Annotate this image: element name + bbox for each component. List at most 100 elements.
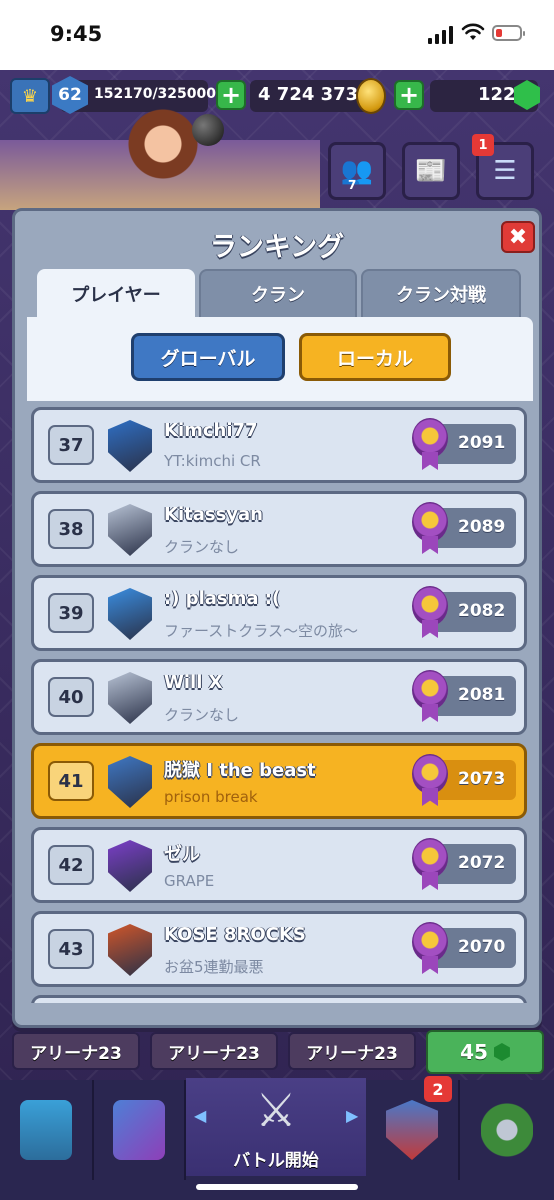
trophy-count: 2081 bbox=[458, 685, 506, 705]
home-indicator[interactable] bbox=[196, 1184, 358, 1190]
ribbon-icon bbox=[422, 536, 438, 554]
hamburger-icon: ☰ bbox=[493, 156, 517, 186]
clan-badge-icon bbox=[108, 672, 152, 724]
nav-cards[interactable] bbox=[94, 1080, 186, 1180]
local-button[interactable]: ローカル bbox=[299, 333, 451, 381]
player-clan: クランなし bbox=[164, 538, 240, 556]
player-name: :) plasma :( bbox=[164, 588, 281, 609]
ribbon-icon bbox=[422, 620, 438, 638]
arena-strip: アリーナ23 アリーナ23 アリーナ23 45 bbox=[0, 1026, 554, 1076]
bomb-icon bbox=[192, 114, 224, 146]
ranking-row[interactable]: 39 :) plasma :( ファーストクラス〜空の旅〜 2082 bbox=[31, 575, 527, 651]
trophy-count: 2082 bbox=[458, 601, 506, 621]
modal-title: ランキング bbox=[209, 232, 345, 263]
friends-icon: 👥 bbox=[340, 156, 374, 186]
status-bar: 9:45 bbox=[0, 0, 554, 70]
top-bar: ♛ 62 152170/325000 + 4 724 373 + 122 bbox=[0, 72, 554, 122]
friends-count: 7 bbox=[348, 178, 357, 192]
right-arrow-icon[interactable]: ▶ bbox=[346, 1106, 358, 1125]
rank-number: 41 bbox=[48, 761, 94, 801]
clan-shield-icon bbox=[386, 1100, 438, 1160]
status-time: 9:45 bbox=[50, 22, 103, 46]
player-name: Kitassyan bbox=[164, 504, 263, 525]
rank-number: 39 bbox=[48, 593, 94, 633]
chest-icon bbox=[20, 1100, 72, 1160]
player-clan: YT:kimchi CR bbox=[164, 452, 261, 470]
trophy-count: 2091 bbox=[458, 433, 506, 453]
player-clan: ファーストクラス〜空の旅〜 bbox=[164, 622, 358, 640]
gold-amount: 4 724 373 bbox=[258, 84, 359, 105]
nav-events[interactable] bbox=[460, 1080, 554, 1180]
clan-badge-icon bbox=[108, 756, 152, 808]
gem-reward-value: 45 bbox=[460, 1040, 488, 1064]
arena-label: アリーナ23 bbox=[12, 1032, 140, 1070]
gem-reward-card[interactable]: 45 bbox=[426, 1030, 544, 1074]
gold-coin-icon bbox=[356, 78, 386, 114]
player-clan: prison break bbox=[164, 788, 258, 806]
clan-badge-icon bbox=[108, 840, 152, 892]
clan-badge-icon bbox=[108, 924, 152, 976]
player-name: Kimchi77 bbox=[164, 420, 258, 441]
close-icon: ✖ bbox=[508, 224, 528, 250]
tab-clan-wars[interactable]: クラン対戦 bbox=[361, 269, 521, 319]
ribbon-icon bbox=[422, 788, 438, 806]
nav-shop[interactable] bbox=[0, 1080, 94, 1180]
trophy-count: 2072 bbox=[458, 853, 506, 873]
trophy-count: 2070 bbox=[458, 937, 506, 957]
tournament-icon bbox=[481, 1100, 533, 1160]
clan-badge-icon bbox=[108, 588, 152, 640]
news-button[interactable]: 📰 bbox=[402, 142, 460, 200]
crossed-swords-icon: ⚔ bbox=[255, 1083, 297, 1137]
ranking-list[interactable]: 37 Kimchi77 YT:kimchi CR 2091 38 Kitassyan クラン… bbox=[29, 399, 529, 1003]
player-name: ゼル bbox=[164, 844, 200, 865]
rank-number: 38 bbox=[48, 509, 94, 549]
battle-label: バトル開始 bbox=[233, 1151, 319, 1171]
trophy-count: 2089 bbox=[458, 517, 506, 537]
ranking-row[interactable]: 40 Will X クランなし 2081 bbox=[31, 659, 527, 735]
rank-number: 40 bbox=[48, 677, 94, 717]
player-clan: GRAPE bbox=[164, 872, 215, 890]
ranking-row[interactable]: 43 KOSE 8ROCKS お盆5連勤最悪 2070 bbox=[31, 911, 527, 987]
ranking-row[interactable]: 42 ゼル GRAPE 2072 bbox=[31, 827, 527, 903]
add-gems-button[interactable]: + bbox=[394, 80, 424, 110]
arena-label: アリーナ23 bbox=[288, 1032, 416, 1070]
tab-clans[interactable]: クラン bbox=[199, 269, 357, 319]
gem-icon bbox=[493, 1043, 510, 1061]
crown-icon[interactable]: ♛ bbox=[10, 78, 50, 114]
nav-battle[interactable]: ◀ ⚔ ▶ バトル開始 bbox=[186, 1078, 366, 1176]
wifi-icon bbox=[461, 23, 485, 40]
clan-notification-badge: 2 bbox=[424, 1076, 452, 1102]
rank-number: 37 bbox=[48, 425, 94, 465]
cards-icon bbox=[113, 1100, 165, 1160]
player-clan: お盆5連勤最悪 bbox=[164, 958, 264, 976]
clan-badge-icon bbox=[108, 504, 152, 556]
ranking-row-self[interactable]: 41 脱獄 I the beast prison break 2073 bbox=[31, 743, 527, 819]
player-name: KOSE 8ROCKS bbox=[164, 924, 306, 945]
ribbon-icon bbox=[422, 704, 438, 722]
arena-label: アリーナ23 bbox=[150, 1032, 278, 1070]
ranking-modal: ランキング ✖ プレイヤー クラン クラン対戦 グローバル ローカル 37 Kim… bbox=[12, 208, 542, 1028]
ranking-row[interactable]: 37 Kimchi77 YT:kimchi CR 2091 bbox=[31, 407, 527, 483]
ribbon-icon bbox=[422, 956, 438, 974]
rank-number: 43 bbox=[48, 929, 94, 969]
tab-players[interactable]: プレイヤー bbox=[37, 269, 195, 319]
global-button[interactable]: グローバル bbox=[131, 333, 285, 381]
player-clan: クランなし bbox=[164, 706, 240, 724]
ranking-row[interactable]: Kan bbox=[31, 995, 527, 1003]
news-icon: 📰 bbox=[414, 156, 448, 186]
trophy-count: 2073 bbox=[458, 769, 506, 789]
friends-button[interactable]: 👥 bbox=[328, 142, 386, 200]
clan-badge-icon bbox=[108, 420, 152, 472]
left-arrow-icon[interactable]: ◀ bbox=[194, 1106, 206, 1125]
player-name: 脱獄 I the beast bbox=[164, 760, 316, 781]
ribbon-icon bbox=[422, 452, 438, 470]
add-gold-button[interactable]: + bbox=[216, 80, 246, 110]
ribbon-icon bbox=[422, 872, 438, 890]
rank-number: 42 bbox=[48, 845, 94, 885]
menu-notification-badge: 1 bbox=[472, 134, 494, 156]
battery-icon bbox=[492, 25, 525, 41]
close-button[interactable]: ✖ bbox=[501, 221, 535, 253]
filter-bar: グローバル ローカル bbox=[27, 317, 533, 401]
player-name: Will X bbox=[164, 672, 223, 693]
ranking-row[interactable]: 38 Kitassyan クランなし 2089 bbox=[31, 491, 527, 567]
